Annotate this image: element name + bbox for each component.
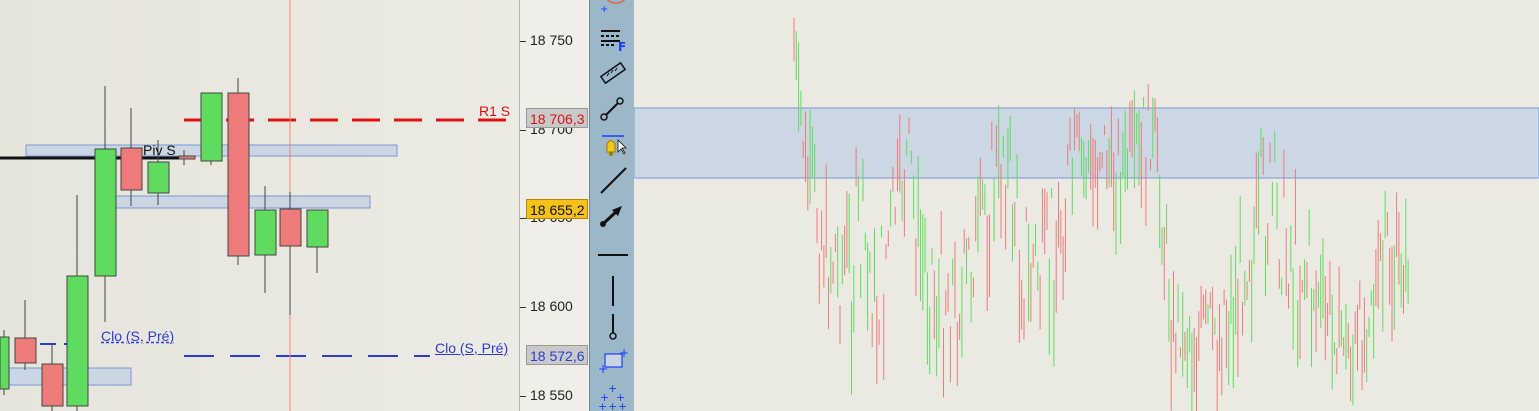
candle-10 (254, 209, 277, 256)
current-price-tag: 18 655,2 (526, 199, 588, 219)
candle-11 (279, 208, 302, 247)
price-tick-18600: 18 600 (530, 298, 573, 314)
tick-chart-svg (634, 17, 1539, 411)
price-tick-18550: 18 550 (530, 387, 573, 403)
tick-mark (520, 130, 526, 131)
close-label-right: Clo (S, Pré) (435, 340, 509, 356)
points-tool-icon[interactable]: + + + + + + (594, 380, 630, 411)
ruler-tool-icon[interactable] (594, 58, 630, 88)
candle-0 (0, 336, 10, 390)
svg-text:+: + (618, 400, 627, 411)
tick-chart-panel[interactable] (634, 0, 1539, 411)
candle-5 (120, 147, 143, 191)
rectangle-tool-icon[interactable]: ++ (594, 345, 630, 375)
candle-1 (14, 337, 37, 364)
alert-tool-icon[interactable] (594, 128, 630, 158)
candle-3 (66, 275, 89, 407)
price-tick-18750: 18 750 (530, 32, 573, 48)
svg-text:+: + (598, 362, 608, 375)
segment-tool-icon[interactable] (594, 93, 630, 123)
r1-label: R1 S (479, 103, 511, 119)
svg-text:+: + (598, 400, 607, 411)
ellipse-tool-icon[interactable]: + (594, 0, 630, 18)
tick-mark (520, 307, 526, 308)
price-tick-bars (793, 17, 1409, 411)
drawing-toolbar: + F ++ ++++++ (589, 0, 635, 411)
close-label-left: Clo (S, Pré) (101, 328, 175, 344)
candle-2 (41, 363, 64, 407)
candle-7 (178, 155, 196, 160)
candle-4 (94, 148, 117, 277)
candle-6 (147, 161, 170, 194)
horizontal-line-tool-icon[interactable] (594, 240, 630, 270)
pivot-label: Piv S (143, 142, 176, 158)
arrow-tool-icon[interactable] (594, 200, 630, 230)
trendline-tool-icon[interactable] (594, 163, 630, 194)
svg-text:+: + (600, 4, 608, 14)
vertical-segment-tool-icon[interactable] (594, 310, 630, 340)
tick-mark (520, 396, 526, 397)
candle-8 (200, 92, 223, 162)
candlestick-chart-panel[interactable]: Piv S R1 S Clo (S, Pré) Clo (S, Pré) (0, 0, 519, 411)
svg-text:+: + (608, 400, 617, 411)
lower-zone (0, 367, 132, 386)
fibonacci-tool-icon[interactable]: F (594, 24, 630, 54)
svg-text:F: F (618, 40, 626, 54)
candles (0, 78, 329, 411)
tick-mark (520, 41, 526, 42)
price-axis[interactable]: 18 750 18 700 18 650 18 600 18 550 18 70… (519, 0, 590, 411)
svg-text:+: + (619, 347, 628, 360)
r1-price-tag: 18 706,3 (526, 108, 588, 128)
vertical-line-tool-icon[interactable] (594, 272, 630, 306)
candle-12 (306, 209, 329, 248)
close-price-tag: 18 572,6 (526, 345, 588, 365)
candle-9 (227, 92, 250, 257)
